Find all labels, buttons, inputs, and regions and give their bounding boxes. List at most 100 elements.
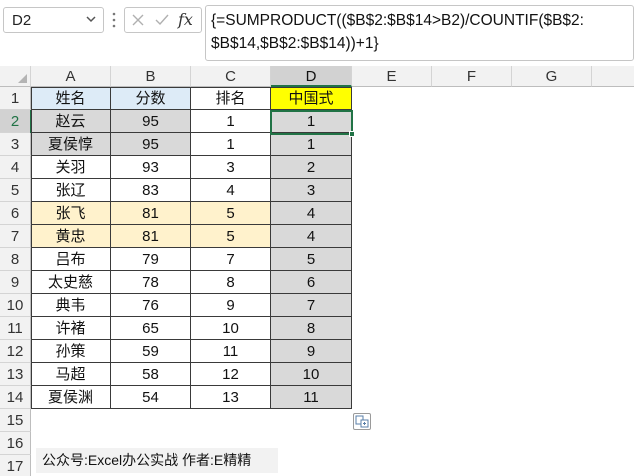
row-header-15[interactable]: 15 [0,409,31,432]
table-cell[interactable]: 吕布 [31,248,111,271]
table-cell[interactable]: 关羽 [31,156,111,179]
row-header-5[interactable]: 5 [0,179,31,202]
table-cell[interactable]: 11 [271,386,352,409]
table-cell[interactable]: 典韦 [31,294,111,317]
column-header-f[interactable]: F [432,66,512,87]
row-header-7[interactable]: 7 [0,225,31,248]
table-cell[interactable]: 太史慈 [31,271,111,294]
formula-line-2: $B$14,$B$2:$B$14))+1} [211,35,379,52]
name-box[interactable]: D2 [3,7,104,33]
table-cell[interactable]: 4 [271,202,352,225]
paste-options-button[interactable] [353,413,371,430]
table-cell[interactable]: 4 [271,225,352,248]
table-header-chinese-rank[interactable]: 中国式 [271,87,352,110]
row-header-2[interactable]: 2 [0,110,32,133]
insert-function-button[interactable]: fx [178,10,193,29]
table-cell[interactable]: 79 [111,248,191,271]
table-cell[interactable]: 5 [191,202,271,225]
formula-text: {=SUMPRODUCT(($B$2:$B$14>B2)/COUNTIF($B$… [211,9,631,55]
formula-buttons: fx [124,7,202,33]
row-header-14[interactable]: 14 [0,386,31,409]
check-icon[interactable] [154,12,170,28]
row-header-6[interactable]: 6 [0,202,31,225]
table-cell[interactable]: 13 [191,386,271,409]
table-cell[interactable]: 11 [191,340,271,363]
table-cell[interactable]: 95 [111,133,191,156]
table-cell[interactable]: 12 [191,363,271,386]
table-cell[interactable]: 81 [111,202,191,225]
table-cell[interactable]: 78 [111,271,191,294]
table-cell[interactable]: 65 [111,317,191,340]
table-cell[interactable]: 93 [111,156,191,179]
table-cell[interactable]: 10 [271,363,352,386]
row-header-4[interactable]: 4 [0,156,31,179]
name-box-value: D2 [12,12,32,29]
table-cell[interactable]: 95 [111,110,191,133]
formula-input[interactable]: {=SUMPRODUCT(($B$2:$B$14>B2)/COUNTIF($B$… [205,5,634,61]
table-cell[interactable]: 1 [271,133,352,156]
table-header-name[interactable]: 姓名 [31,87,111,110]
column-header-g[interactable]: G [512,66,592,87]
table-cell[interactable]: 5 [191,225,271,248]
table-cell[interactable]: 9 [271,340,352,363]
table-cell[interactable]: 8 [271,317,352,340]
row-header-12[interactable]: 12 [0,340,31,363]
table-cell[interactable]: 4 [191,179,271,202]
table-cell[interactable]: 59 [111,340,191,363]
formula-line-1: {=SUMPRODUCT(($B$2:$B$14>B2)/COUNTIF($B$… [211,12,584,29]
row-header-16[interactable]: 16 [0,432,31,455]
row-header-10[interactable]: 10 [0,294,31,317]
table-cell[interactable]: 7 [191,248,271,271]
table-cell[interactable]: 黄忠 [31,225,111,248]
table-cell[interactable]: 2 [271,156,352,179]
row-header-3[interactable]: 3 [0,133,31,156]
formula-bar: D2 fx {=SUMPRODUCT(($B$2:$B$14>B2)/COUNT… [0,0,634,64]
row-header-11[interactable]: 11 [0,317,31,340]
column-header-a[interactable]: A [31,66,111,87]
table-cell[interactable]: 3 [271,179,352,202]
table-cell[interactable]: 9 [191,294,271,317]
table-cell[interactable]: 1 [191,133,271,156]
table-cell[interactable]: 夏侯惇 [31,133,111,156]
table-cell[interactable]: 许褚 [31,317,111,340]
select-all-button[interactable] [0,66,31,87]
table-cell[interactable]: 58 [111,363,191,386]
table-cell[interactable]: 马超 [31,363,111,386]
table-cell[interactable]: 81 [111,225,191,248]
table-cell[interactable]: 76 [111,294,191,317]
table-cell[interactable]: 张辽 [31,179,111,202]
table-cell[interactable]: 1 [191,110,271,133]
fill-handle[interactable] [349,131,355,137]
table-header-rank[interactable]: 排名 [191,87,271,110]
table-cell[interactable]: 3 [191,156,271,179]
row-header-8[interactable]: 8 [0,248,31,271]
table-header-score[interactable]: 分数 [111,87,191,110]
cancel-x-icon[interactable] [130,12,146,28]
table-cell[interactable]: 赵云 [31,110,111,133]
row-header-1[interactable]: 1 [0,87,31,110]
column-header-overflow[interactable] [592,66,634,87]
table-cell[interactable]: 孙策 [31,340,111,363]
chevron-down-icon[interactable] [85,13,97,25]
footer-note: 公众号:Excel办公实战 作者:E精精 [36,448,278,473]
select-all-triangle [18,74,27,83]
table-cell[interactable]: 夏侯渊 [31,386,111,409]
row-header-9[interactable]: 9 [0,271,31,294]
more-vertical-icon[interactable] [111,10,117,30]
column-header-d[interactable]: D [271,66,352,87]
table-cell[interactable]: 54 [111,386,191,409]
table-cell[interactable]: 7 [271,294,352,317]
column-header-e[interactable]: E [352,66,432,87]
active-cell-d2[interactable]: 1 [271,110,352,133]
table-cell[interactable]: 10 [191,317,271,340]
column-header-b[interactable]: B [111,66,191,87]
paste-options-icon [355,415,369,428]
row-header-13[interactable]: 13 [0,363,31,386]
column-header-c[interactable]: C [191,66,271,87]
row-header-17[interactable]: 17 [0,455,31,476]
table-cell[interactable]: 83 [111,179,191,202]
table-cell[interactable]: 5 [271,248,352,271]
table-cell[interactable]: 8 [191,271,271,294]
table-cell[interactable]: 张飞 [31,202,111,225]
table-cell[interactable]: 6 [271,271,352,294]
